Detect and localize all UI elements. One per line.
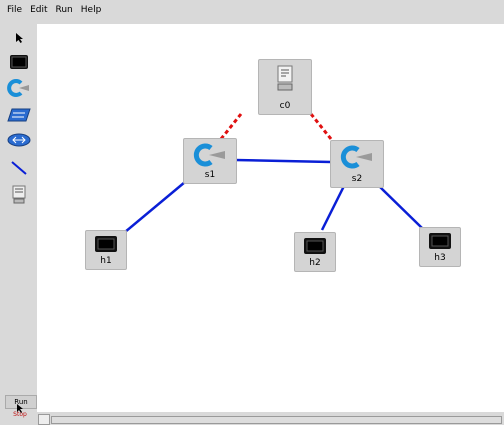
legacy-switch-tool[interactable] [7, 105, 31, 125]
controller-node-c0[interactable]: c0 [258, 59, 312, 115]
legacy-switch-icon [7, 108, 31, 122]
host-node-h2[interactable]: h2 [294, 232, 336, 272]
node-label: h2 [309, 258, 321, 268]
openflow-switch-icon [340, 145, 372, 169]
host-node-h1[interactable]: h1 [85, 230, 127, 270]
switch-node-s2[interactable]: s2 [330, 140, 384, 188]
router-icon [7, 133, 31, 147]
controller-link-s1[interactable] [219, 113, 243, 140]
node-label: s1 [204, 170, 216, 180]
scroll-left-icon[interactable] [38, 414, 50, 425]
node-label: h3 [434, 253, 446, 263]
horizontal-scrollbar[interactable] [37, 413, 504, 425]
node-label: c0 [279, 101, 291, 111]
controller-icon [12, 185, 26, 204]
mouse-cursor-icon [17, 404, 23, 413]
menu-run[interactable]: Run [52, 5, 77, 15]
switch-node-s1[interactable]: s1 [183, 138, 237, 184]
controller-link-s2[interactable] [309, 113, 333, 140]
menu-edit[interactable]: Edit [26, 5, 51, 15]
host-icon [95, 236, 117, 252]
link-s2-h3[interactable] [378, 185, 423, 229]
controller-tool[interactable] [7, 185, 31, 205]
menu-file[interactable]: File [0, 5, 26, 15]
scroll-track[interactable] [51, 416, 502, 424]
select-tool[interactable] [7, 28, 31, 48]
node-label: h1 [100, 256, 112, 266]
link-s1-s2[interactable] [234, 158, 332, 164]
topology-canvas[interactable]: c0 s1 s2 h1 h2 h3 [37, 24, 504, 412]
tool-palette [5, 25, 33, 410]
host-tool[interactable] [7, 52, 31, 72]
link-s2-h2[interactable] [320, 185, 346, 231]
pointer-icon [16, 33, 23, 43]
node-label: s2 [351, 174, 363, 184]
link-icon [11, 161, 27, 175]
host-node-h3[interactable]: h3 [419, 227, 461, 267]
openflow-switch-icon [193, 143, 225, 167]
router-tool[interactable] [7, 130, 31, 150]
link-tool[interactable] [7, 158, 31, 178]
switch-tool[interactable] [7, 78, 31, 98]
host-icon [429, 233, 451, 249]
menu-bar: File Edit Run Help [0, 0, 504, 20]
openflow-switch-icon [7, 79, 29, 97]
link-s1-h1[interactable] [124, 181, 186, 233]
host-icon [10, 55, 28, 69]
host-icon [304, 238, 326, 254]
menu-help[interactable]: Help [77, 5, 106, 15]
controller-icon [277, 65, 293, 91]
